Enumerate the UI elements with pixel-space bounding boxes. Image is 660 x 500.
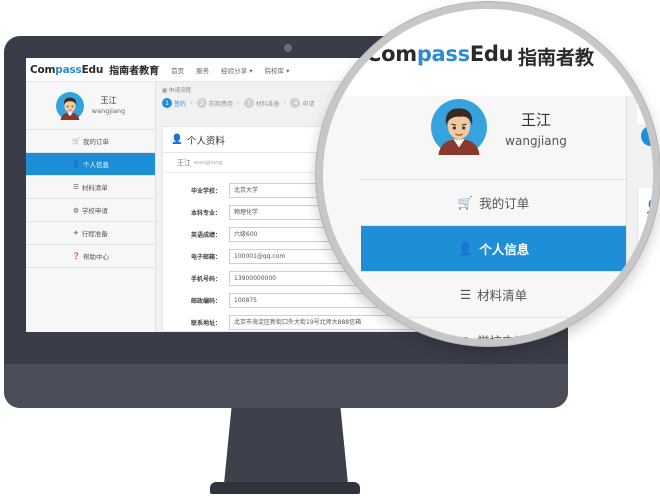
monitor-stand [224, 408, 348, 484]
sidebar: 王江 wangjiang 🛒 我的订单 👤 个人信息 ☰ 材料清单 ◍ 学校申请 ✈ 行程… [26, 82, 156, 332]
main-nav: 首页 服务 经验分享 ▾ 院校库 ▾ [171, 65, 289, 75]
chevron-right-icon: › [283, 99, 287, 107]
zoom-user-name: 王江 [520, 111, 551, 129]
zoom-logo-cn: 指南者教 [518, 47, 595, 69]
cart-icon: 🛒 [71, 137, 81, 145]
list-icon: ☰ [459, 287, 472, 302]
globe-icon: ◍ [73, 206, 79, 214]
step-3[interactable]: 3 材料准备 [243, 98, 280, 108]
user-icon: 👤 [645, 200, 660, 215]
logo[interactable]: CompassEdu [30, 64, 103, 76]
zoom-sidebar: 王江 wangjiang 🛒 我的订单 👤 个人信息 ☰ 材料清单 ◍ 学校申请 [361, 96, 627, 346]
sidebar-item-profile[interactable]: 👤 个人信息 [26, 153, 155, 176]
user-icon: 👤 [71, 160, 81, 168]
zoom-sidebar-item-materials: ☰ 材料清单 [361, 272, 626, 318]
sidebar-item-materials[interactable]: ☰ 材料清单 [26, 176, 155, 199]
nav-home[interactable]: 首页 [171, 65, 184, 75]
sidebar-item-help[interactable]: ❓ 帮助中心 [26, 245, 155, 268]
zoom-main-edge: 👤 [627, 96, 660, 339]
sidebar-item-orders[interactable]: 🛒 我的订单 [26, 130, 155, 153]
zoom-top-bar: CompassEdu 指南者教 [323, 9, 653, 96]
user-icon: 👤 [457, 240, 474, 256]
list-icon: ☰ [73, 183, 79, 191]
user-name: 王江 [100, 95, 117, 105]
zoom-sidebar-item-orders: 🛒 我的订单 [361, 180, 626, 226]
sidebar-item-travel[interactable]: ✈ 行程准备 [26, 222, 155, 245]
user-username: wangjiang [91, 106, 126, 115]
zoom-user-username: wangjiang [505, 134, 567, 148]
avatar[interactable] [55, 91, 84, 120]
logo-cn[interactable]: 指南者教育 [109, 62, 159, 77]
sidebar-menu: 🛒 我的订单 👤 个人信息 ☰ 材料清单 ◍ 学校申请 ✈ 行程准备 ❓ 帮助中心 [26, 130, 155, 268]
cart-icon: 🛒 [457, 194, 474, 210]
help-icon: ❓ [71, 252, 81, 260]
zoom-sidebar-item-profile: 👤 个人信息 [361, 226, 626, 272]
document-icon: ▦ [162, 88, 168, 94]
plane-icon: ✈ [73, 229, 79, 237]
zoom-logo: CompassEdu [366, 42, 514, 66]
step-1[interactable]: 1 签约 [162, 98, 186, 108]
zoom-avatar [431, 99, 487, 155]
zoom-step-dot [641, 126, 653, 146]
monitor-base [210, 482, 360, 494]
globe-icon: ◍ [460, 333, 471, 346]
chevron-right-icon: › [190, 99, 193, 107]
nav-services[interactable]: 服务 [196, 65, 209, 75]
chevron-right-icon: › [236, 99, 240, 107]
sidebar-item-applications[interactable]: ◍ 学校申请 [26, 199, 155, 222]
step-2[interactable]: 2 前期费用 [196, 98, 233, 108]
zoom-profile: 王江 wangjiang [361, 96, 626, 180]
sidebar-profile: 王江 wangjiang [26, 82, 155, 130]
camera-dot [284, 44, 292, 52]
monitor-chin [4, 364, 568, 408]
magnifier-lens: CompassEdu 指南者教 王江 wangjiang 🛒 我的订单 👤 个人… [316, 2, 660, 346]
step-4[interactable]: 4 申请 [290, 98, 315, 108]
nav-experience[interactable]: 经验分享 ▾ [221, 65, 252, 75]
nav-schools[interactable]: 院校库 ▾ [265, 65, 290, 75]
user-icon: 👤 [171, 134, 183, 145]
